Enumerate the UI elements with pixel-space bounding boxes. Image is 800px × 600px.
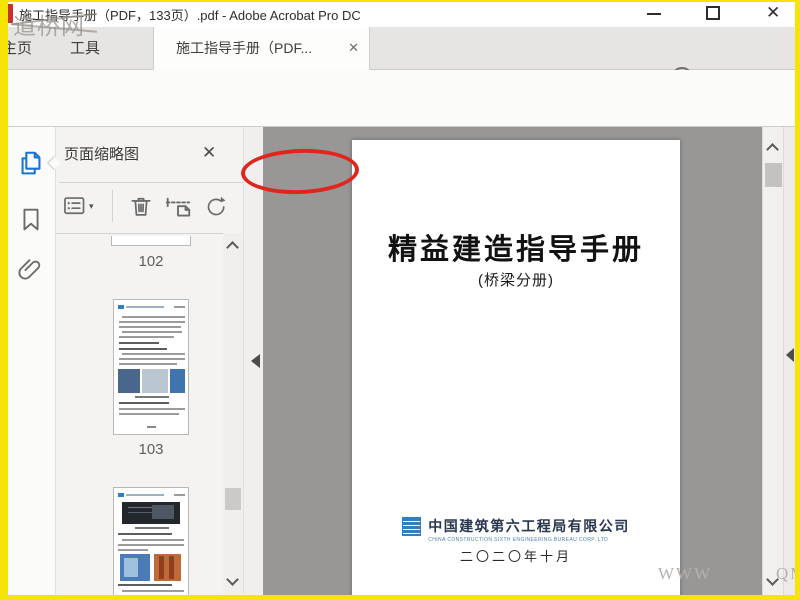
yellow-frame-bottom — [0, 595, 800, 600]
thumb-line — [122, 316, 185, 318]
thumb-line — [122, 353, 185, 355]
pdf-page-title: 精益建造指导手册 — [387, 234, 644, 266]
window-title: 施工指导手册（PDF，133页）.pdf - Adobe Acrobat Pro… — [19, 8, 361, 23]
thumb-line — [122, 539, 184, 541]
tab-document-label: 施工指导手册（PDF... — [176, 40, 313, 56]
thumbnail-page-102[interactable] — [111, 236, 191, 246]
panel-title: 页面缩略图 — [64, 146, 140, 163]
tab-document[interactable]: 施工指导手册（PDF... ✕ — [153, 27, 370, 70]
thumb-heading-line — [118, 584, 172, 586]
thumb-line — [122, 590, 184, 592]
cut-pages-icon[interactable] — [163, 193, 193, 228]
thumb-heading-line — [119, 342, 159, 344]
tab-close-icon[interactable]: ✕ — [348, 27, 359, 69]
thumbnail-label: 103 — [138, 441, 164, 458]
document-scrollbar-thumb[interactable] — [765, 163, 782, 187]
panel-divider — [59, 182, 247, 183]
yellow-frame-left — [0, 0, 8, 600]
thumb-line — [119, 408, 185, 410]
thumb-heading-line — [118, 533, 172, 535]
thumb-photo — [154, 554, 181, 581]
tools-pane-strip — [783, 127, 795, 600]
page-thumbnails-panel: 页面缩略图 ✕ ▾ 102 103 — [55, 127, 264, 600]
thumb-line — [119, 358, 185, 360]
thumb-pagenum — [147, 426, 156, 428]
thumb-line — [122, 331, 182, 333]
acrobat-window: 施工指导手册（PDF，133页）.pdf - Adobe Acrobat Pro… — [0, 0, 800, 600]
options-caret-icon[interactable]: ▾ — [89, 201, 94, 212]
company-logo-row: 中国建筑第六工程局有限公司 CHINA CONSTRUCTION SIXTH E… — [352, 516, 680, 543]
tab-bar: 主页 工具 施工指导手册（PDF... ✕ ? 登录 — [0, 27, 800, 90]
scroll-up-icon[interactable] — [766, 143, 779, 156]
navigation-icon-strip — [0, 127, 55, 600]
thumb-photo — [120, 554, 150, 581]
company-name-cn: 中国建筑第六工程局有限公司 — [428, 518, 630, 534]
delete-pages-icon[interactable] — [127, 193, 155, 226]
company-logo — [402, 517, 422, 536]
pdf-page-subtitle: (桥梁分册) — [478, 272, 554, 289]
thumb-heading-line — [119, 348, 167, 350]
scroll-up-icon[interactable] — [226, 241, 239, 254]
thumb-caption-line — [135, 396, 169, 398]
main-toolbar: / 133 — [0, 70, 800, 197]
thumb-photo — [118, 369, 140, 393]
thumbnail-options-icon[interactable] — [62, 193, 89, 225]
attachments-icon[interactable] — [16, 257, 46, 289]
thumb-line — [118, 549, 148, 551]
thumb-header-logo — [118, 305, 124, 309]
thumb-line — [119, 413, 179, 415]
minimize-button[interactable] — [647, 13, 661, 15]
thumb-caption-line — [135, 527, 169, 529]
yellow-frame-top — [0, 0, 800, 2]
thumb-line — [174, 306, 185, 308]
thumb-line — [174, 494, 185, 496]
thumb-header-line — [126, 306, 164, 308]
yellow-frame-right — [795, 0, 800, 600]
tab-tools[interactable]: 工具 — [70, 27, 100, 70]
thumb-heading-line — [119, 402, 169, 404]
thumb-header-logo — [118, 493, 124, 497]
thumb-line — [118, 544, 184, 546]
thumb-line — [119, 326, 181, 328]
rotate-pages-icon[interactable] — [201, 193, 228, 225]
thumb-photo — [170, 369, 185, 393]
company-name-en: CHINA CONSTRUCTION SIXTH ENGINEERING BUR… — [428, 537, 609, 543]
panel-scrollbar-thumb[interactable] — [225, 488, 241, 510]
thumb-header-line — [126, 494, 164, 496]
scroll-down-icon[interactable] — [226, 573, 239, 586]
thumbnail-page-104[interactable] — [113, 487, 189, 600]
collapse-panel-arrow-icon[interactable] — [251, 354, 260, 368]
panel-close-icon[interactable]: ✕ — [202, 143, 216, 163]
thumb-photo-dark — [122, 502, 180, 524]
maximize-button[interactable] — [706, 6, 720, 20]
thumbnail-page-103[interactable] — [113, 299, 189, 435]
thumb-line — [119, 336, 174, 338]
title-bar: 施工指导手册（PDF，133页）.pdf - Adobe Acrobat Pro… — [0, 0, 800, 27]
bookmarks-icon[interactable] — [16, 205, 46, 237]
close-window-button[interactable]: ✕ — [766, 2, 780, 24]
thumb-photo — [142, 369, 168, 393]
scroll-down-icon[interactable] — [766, 573, 779, 586]
thumb-line — [119, 321, 185, 323]
document-view: 精益建造指导手册 (桥梁分册) 中国建筑第六工程局有限公司 CHINA CONS… — [263, 127, 762, 600]
panel-scrollbar[interactable] — [223, 233, 243, 600]
thumbnail-label: 102 — [138, 253, 164, 270]
expand-pane-arrow-icon[interactable] — [786, 348, 794, 362]
document-scrollbar[interactable] — [762, 127, 783, 600]
panel-toolbar-separator — [112, 190, 113, 222]
pdf-date: 二〇二〇年十月 — [459, 549, 572, 564]
panel-collapse-strip — [243, 127, 264, 600]
page-thumbnails-icon[interactable] — [16, 148, 46, 180]
thumb-line — [119, 363, 177, 365]
pdf-page: 精益建造指导手册 (桥梁分册) 中国建筑第六工程局有限公司 CHINA CONS… — [352, 140, 680, 600]
